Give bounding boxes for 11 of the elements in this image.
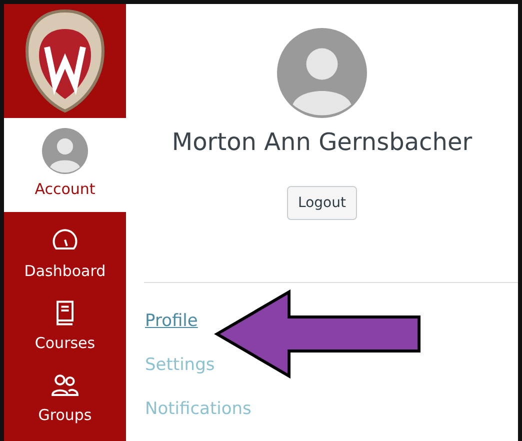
nav-label: Groups bbox=[38, 406, 92, 424]
nav-label: Courses bbox=[34, 334, 96, 352]
account-link[interactable]: Profile bbox=[145, 311, 198, 331]
logout-button[interactable]: Logout bbox=[287, 186, 357, 220]
nav-item[interactable]: Dashboard bbox=[4, 212, 126, 284]
nav-label: Account bbox=[34, 180, 96, 198]
user-name: Morton Ann Gernsbacher bbox=[172, 128, 472, 156]
nav-item[interactable]: Account bbox=[4, 118, 126, 212]
nav-item[interactable]: Courses bbox=[4, 284, 126, 356]
nav-label: Dashboard bbox=[24, 262, 106, 280]
nav-item[interactable]: Groups bbox=[4, 356, 126, 428]
